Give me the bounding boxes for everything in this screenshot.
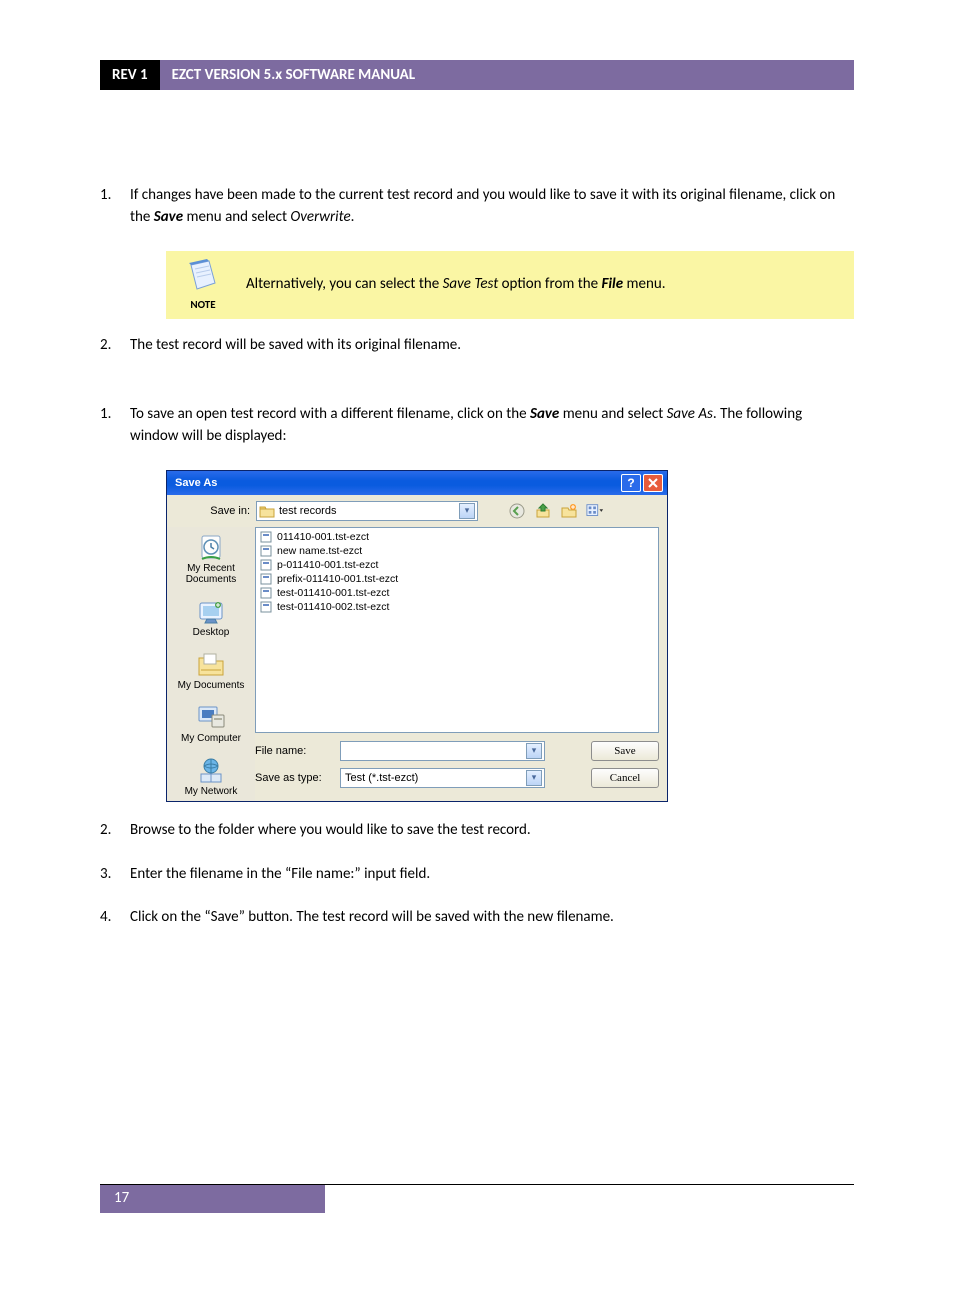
back-icon[interactable]	[508, 502, 526, 520]
view-menu-icon[interactable]	[586, 502, 604, 520]
toolbar-icons	[508, 502, 604, 520]
list-number: 1.	[100, 404, 130, 448]
chevron-down-icon[interactable]: ▾	[526, 770, 542, 786]
folder-open-icon	[259, 504, 275, 518]
file-name-input[interactable]: ▾	[340, 741, 545, 761]
list-item-text: Enter the filename in the “File name:” i…	[130, 864, 854, 886]
file-name: 011410-001.tst-ezct	[277, 531, 369, 543]
file-list[interactable]: 011410-001.tst-ezct new name.tst-ezct p-…	[255, 527, 659, 733]
recent-documents-icon	[172, 531, 250, 563]
note-text: Alternatively, you can select the Save T…	[246, 274, 666, 296]
header-title: EZCT VERSION 5.x SOFTWARE MANUAL	[160, 60, 854, 90]
file-item[interactable]: p-011410-001.tst-ezct	[260, 558, 654, 572]
place-label: My Recent Documents	[172, 563, 250, 585]
list-item-text: To save an open test record with a diffe…	[130, 404, 854, 448]
place-recent[interactable]: My Recent Documents	[172, 531, 250, 585]
procedure-saveas-cont: 2. Browse to the folder where you would …	[100, 820, 854, 929]
note-callout: NOTE Alternatively, you can select the S…	[166, 251, 854, 319]
file-icon	[260, 587, 274, 599]
file-item[interactable]: 011410-001.tst-ezct	[260, 530, 654, 544]
file-name-label: File name:	[255, 745, 332, 757]
list-number: 2.	[100, 820, 130, 842]
file-icon	[260, 545, 274, 557]
desktop-icon	[172, 595, 250, 627]
chevron-down-icon[interactable]: ▾	[526, 743, 542, 759]
list-item-text: Browse to the folder where you would lik…	[130, 820, 854, 842]
save-type-label: Save as type:	[255, 772, 332, 784]
file-item[interactable]: new name.tst-ezct	[260, 544, 654, 558]
procedure-saveas: 1. To save an open test record with a di…	[100, 404, 854, 448]
titlebar[interactable]: Save As ?	[167, 471, 667, 495]
note-icon-column: NOTE	[180, 259, 226, 311]
list-item-text: Click on the “Save” button. The test rec…	[130, 907, 854, 929]
file-name: test-011410-002.tst-ezct	[277, 601, 389, 613]
notepad-icon	[185, 278, 221, 296]
page-header: REV 1 EZCT VERSION 5.x SOFTWARE MANUAL	[100, 60, 854, 90]
header-rev: REV 1	[100, 60, 160, 90]
new-folder-icon[interactable]	[560, 502, 578, 520]
place-mynetwork[interactable]: My Network	[172, 754, 250, 797]
my-computer-icon	[172, 701, 250, 733]
save-button[interactable]: Save	[591, 741, 659, 761]
file-item[interactable]: test-011410-001.tst-ezct	[260, 586, 654, 600]
up-one-level-icon[interactable]	[534, 502, 552, 520]
page-footer: 17	[100, 1184, 854, 1213]
close-button[interactable]	[643, 474, 663, 492]
file-icon	[260, 601, 274, 613]
file-name: p-011410-001.tst-ezct	[277, 559, 378, 571]
note-label: NOTE	[180, 298, 226, 311]
cancel-button[interactable]: Cancel	[591, 768, 659, 788]
save-as-dialog: Save As ? Save in: test records ▾	[166, 470, 668, 802]
save-in-dropdown[interactable]: test records ▾	[256, 501, 478, 521]
save-type-value: Test (*.tst-ezct)	[343, 772, 526, 784]
file-item[interactable]: prefix-011410-001.tst-ezct	[260, 572, 654, 586]
place-label: My Network	[172, 786, 250, 797]
list-item-text: If changes have been made to the current…	[130, 185, 854, 229]
save-type-dropdown[interactable]: Test (*.tst-ezct) ▾	[340, 768, 545, 788]
list-number: 3.	[100, 864, 130, 886]
procedure-overwrite: 1. If changes have been made to the curr…	[100, 185, 854, 229]
help-button[interactable]: ?	[621, 474, 641, 492]
place-mydocuments[interactable]: My Documents	[172, 648, 250, 691]
window-title: Save As	[175, 477, 619, 489]
page-number: 17	[100, 1185, 325, 1213]
page-content: 1. If changes have been made to the curr…	[100, 90, 854, 929]
list-number: 2.	[100, 335, 130, 357]
file-icon	[260, 573, 274, 585]
file-name: new name.tst-ezct	[277, 545, 362, 557]
list-number: 1.	[100, 185, 130, 229]
places-bar: My Recent Documents Desktop My Documents	[167, 527, 255, 801]
save-in-value: test records	[279, 505, 459, 517]
save-in-label: Save in:	[175, 505, 250, 517]
place-mycomputer[interactable]: My Computer	[172, 701, 250, 744]
file-item[interactable]: test-011410-002.tst-ezct	[260, 600, 654, 614]
my-documents-icon	[172, 648, 250, 680]
file-icon	[260, 531, 274, 543]
file-name: prefix-011410-001.tst-ezct	[277, 573, 398, 585]
place-label: Desktop	[172, 627, 250, 638]
place-label: My Documents	[172, 680, 250, 691]
my-network-icon	[172, 754, 250, 786]
list-number: 4.	[100, 907, 130, 929]
file-name: test-011410-001.tst-ezct	[277, 587, 389, 599]
file-icon	[260, 559, 274, 571]
place-desktop[interactable]: Desktop	[172, 595, 250, 638]
list-item-text: The test record will be saved with its o…	[130, 335, 854, 357]
place-label: My Computer	[172, 733, 250, 744]
procedure-overwrite-cont: 2. The test record will be saved with it…	[100, 335, 854, 357]
chevron-down-icon[interactable]: ▾	[459, 503, 475, 519]
